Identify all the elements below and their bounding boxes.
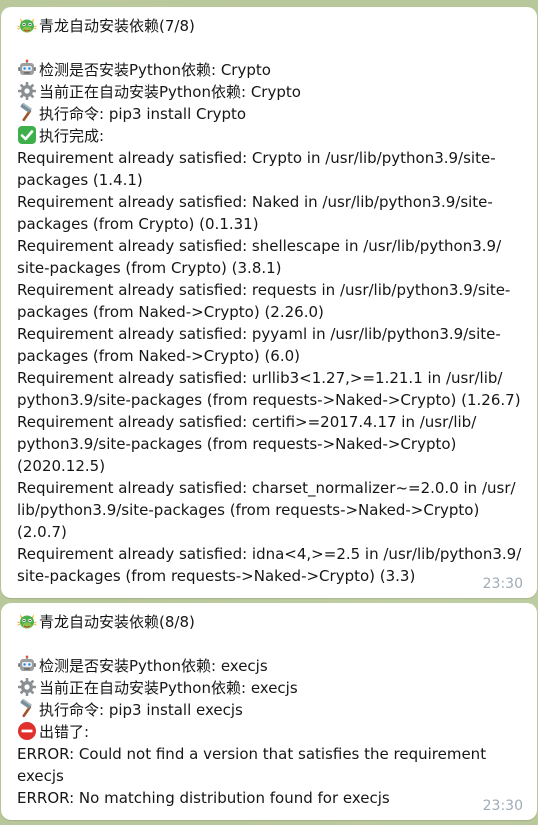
hammer-icon: [17, 699, 37, 719]
gear-icon: [17, 81, 37, 101]
message-bubble[interactable]: 青龙自动安装依赖(7/8) 检测是否安装Python依赖: Crypto 当前正…: [1, 7, 537, 598]
output-line: python3.9/site-packages (from requests->…: [17, 391, 521, 409]
command-line: 执行命令: pip3 install execjs: [17, 699, 523, 721]
hammer-icon: [17, 103, 37, 123]
installing-line: 当前正在自动安装Python依赖: Crypto: [17, 81, 523, 103]
message-title-text: 青龙自动安装依赖(7/8): [39, 17, 195, 35]
output-line: lib/python3.9/site-packages (from reques…: [17, 501, 480, 519]
check-line: 检测是否安装Python依赖: execjs: [17, 655, 523, 677]
output-line: (2020.12.5): [17, 457, 106, 475]
check-text: 检测是否安装Python依赖: execjs: [39, 657, 268, 675]
output-line: (2.0.7): [17, 523, 67, 541]
message-title-text: 青龙自动安装依赖(8/8): [39, 613, 195, 631]
output-line: Requirement already satisfied: shellesca…: [17, 237, 502, 255]
check-line: 检测是否安装Python依赖: Crypto: [17, 59, 523, 81]
output-line: Requirement already satisfied: requests …: [17, 281, 511, 299]
status-text: 出错了:: [39, 723, 90, 741]
output-line: Requirement already satisfied: pyyaml in…: [17, 325, 501, 343]
installing-line: 当前正在自动安装Python依赖: execjs: [17, 677, 523, 699]
message-title: 青龙自动安装依赖(8/8): [17, 611, 523, 633]
output-line: packages (from Crypto) (0.1.31): [17, 215, 259, 233]
output-line: Requirement already satisfied: Crypto in…: [17, 149, 496, 167]
message-time: 23:30: [482, 576, 523, 592]
output-line: python3.9/site-packages (from requests->…: [17, 435, 457, 453]
output-line: site-packages (from Crypto) (3.8.1): [17, 259, 282, 277]
message-time: 23:30: [482, 798, 523, 814]
output-line: ERROR: Could not find a version that sat…: [17, 745, 487, 763]
installing-text: 当前正在自动安装Python依赖: execjs: [39, 679, 298, 697]
output-line: site-packages (from requests->Naked->Cry…: [17, 567, 416, 585]
output-line: packages (1.4.1): [17, 171, 143, 189]
status-line: 执行完成:: [17, 125, 523, 147]
robot-icon: [17, 655, 37, 675]
installing-text: 当前正在自动安装Python依赖: Crypto: [39, 83, 301, 101]
message-title: 青龙自动安装依赖(7/8): [17, 15, 523, 37]
command-text: 执行命令: pip3 install Crypto: [39, 105, 247, 123]
chat-area: 青龙自动安装依赖(7/8) 检测是否安装Python依赖: Crypto 当前正…: [0, 0, 538, 825]
status-text: 执行完成:: [39, 127, 105, 145]
status-line: 出错了:: [17, 721, 523, 743]
output-line: Requirement already satisfied: urllib3<1…: [17, 369, 503, 387]
output-line: Requirement already satisfied: certifi>=…: [17, 413, 477, 431]
robot-icon: [17, 59, 37, 79]
dragon-icon: [17, 611, 37, 631]
output-line: Requirement already satisfied: Naked in …: [17, 193, 493, 211]
message-bubble[interactable]: 青龙自动安装依赖(8/8) 检测是否安装Python依赖: execjs 当前正…: [1, 603, 537, 820]
gear-icon: [17, 677, 37, 697]
output-line: ERROR: No matching distribution found fo…: [17, 789, 390, 807]
dragon-icon: [17, 15, 37, 35]
check-text: 检测是否安装Python依赖: Crypto: [39, 61, 271, 79]
command-text: 执行命令: pip3 install execjs: [39, 701, 243, 719]
check-mark-icon: [17, 125, 37, 145]
output-line: packages (from Naked->Crypto) (6.0): [17, 347, 301, 365]
output-line: Requirement already satisfied: charset_n…: [17, 479, 516, 497]
command-line: 执行命令: pip3 install Crypto: [17, 103, 523, 125]
output-line: packages (from Naked->Crypto) (2.26.0): [17, 303, 324, 321]
no-entry-icon: [17, 721, 37, 741]
output-line: execjs: [17, 767, 64, 785]
output-line: Requirement already satisfied: idna<4,>=…: [17, 545, 522, 563]
